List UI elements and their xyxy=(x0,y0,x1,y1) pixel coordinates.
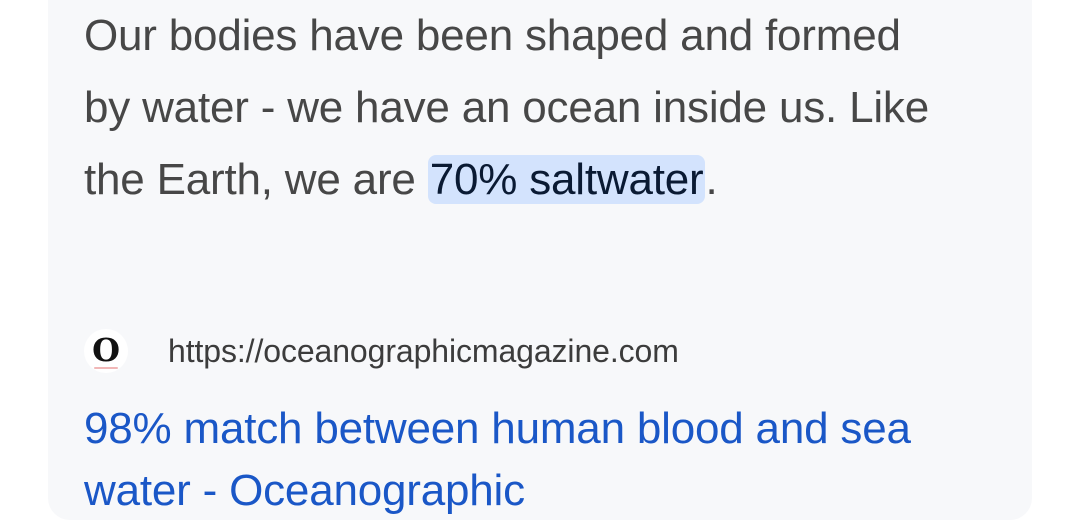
result-title-link[interactable]: 98% match between human blood and sea wa… xyxy=(84,398,964,522)
source-url[interactable]: https://oceanographicmagazine.com xyxy=(168,333,679,370)
favicon-letter: O xyxy=(92,331,120,369)
source-row[interactable]: O https://oceanographicmagazine.com xyxy=(84,328,679,374)
favicon-underline xyxy=(94,367,118,369)
site-favicon-icon: O xyxy=(84,329,128,373)
snippet-text-after: . xyxy=(705,155,718,204)
snippet-text: Our bodies have been shaped and formed b… xyxy=(84,0,944,216)
snippet-highlight: 70% saltwater xyxy=(427,155,706,204)
